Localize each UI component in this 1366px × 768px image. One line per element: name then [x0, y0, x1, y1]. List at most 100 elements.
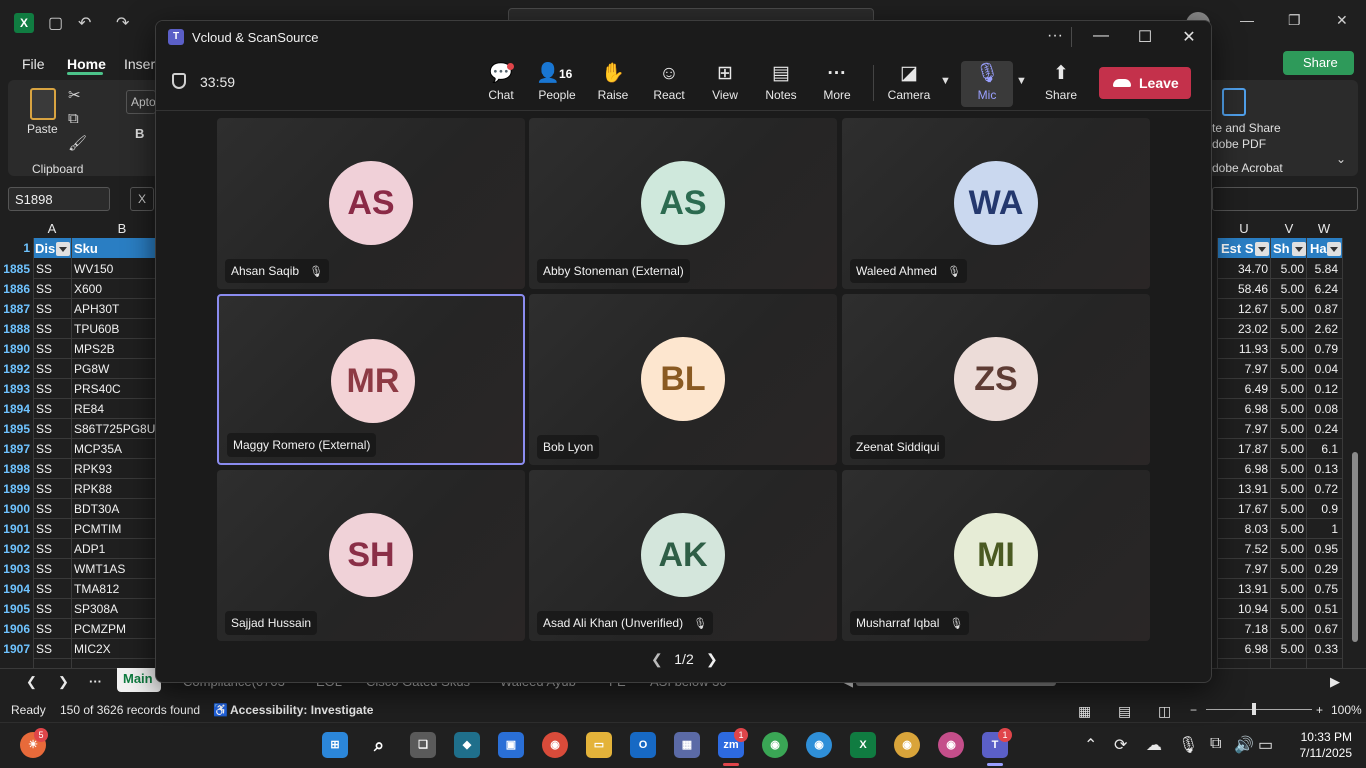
- react-button[interactable]: ☺ React: [643, 61, 695, 107]
- table-cell[interactable]: 5.00: [1272, 579, 1304, 599]
- table-cell[interactable]: 0.24: [1308, 419, 1338, 439]
- page-layout-icon[interactable]: ▤: [1118, 703, 1131, 720]
- column-header-v[interactable]: V: [1272, 220, 1306, 238]
- row-number[interactable]: 1893: [0, 379, 32, 399]
- table-cell[interactable]: 0.13: [1308, 459, 1338, 479]
- excel-taskbar-icon[interactable]: X: [850, 732, 876, 758]
- paste-label[interactable]: Paste: [27, 122, 58, 136]
- raise-hand-button[interactable]: ✋ Raise: [587, 61, 639, 107]
- zoom-level[interactable]: 100%: [1331, 703, 1362, 717]
- table-cell[interactable]: 12.67: [1218, 299, 1268, 319]
- table-cell[interactable]: 11.93: [1218, 339, 1268, 359]
- table-cell[interactable]: 58.46: [1218, 279, 1268, 299]
- row-number[interactable]: 1894: [0, 399, 32, 419]
- filter-button[interactable]: [1327, 242, 1341, 256]
- chat-button[interactable]: 💬 Chat: [475, 61, 527, 107]
- table-cell[interactable]: 5.00: [1272, 539, 1304, 559]
- copy-icon[interactable]: ⧉: [68, 110, 79, 127]
- page-break-icon[interactable]: ◫: [1158, 703, 1171, 720]
- zoom-slider[interactable]: [1206, 709, 1312, 710]
- row-number[interactable]: 1900: [0, 499, 32, 519]
- table-cell[interactable]: 6.49: [1218, 379, 1268, 399]
- table-cell[interactable]: ADP1: [74, 539, 156, 559]
- table-cell[interactable]: 6.98: [1218, 639, 1268, 659]
- save-icon[interactable]: ▢: [48, 13, 63, 33]
- table-cell[interactable]: 0.04: [1308, 359, 1338, 379]
- name-box[interactable]: S1898: [8, 187, 110, 211]
- participant-tile[interactable]: MI Musharraf Iqbal 🎙: [842, 470, 1150, 641]
- table-cell[interactable]: 7.97: [1218, 559, 1268, 579]
- chrome-profile-icon[interactable]: ◉: [938, 732, 964, 758]
- table-cell[interactable]: 0.51: [1308, 599, 1338, 619]
- table-cell[interactable]: WMT1AS: [74, 559, 156, 579]
- table-cell[interactable]: 2.62: [1308, 319, 1338, 339]
- table-cell[interactable]: 7.52: [1218, 539, 1268, 559]
- row-number[interactable]: 1905: [0, 599, 32, 619]
- mic-muted-tray-icon[interactable]: 🎙: [1178, 735, 1198, 755]
- table-cell[interactable]: SP308A: [74, 599, 156, 619]
- table-cell[interactable]: 5.00: [1272, 299, 1304, 319]
- table-cell[interactable]: 5.00: [1272, 319, 1304, 339]
- table-cell[interactable]: SS: [36, 319, 70, 339]
- table-cell[interactable]: S86T725PG8U: [74, 419, 156, 439]
- table-cell[interactable]: X600: [74, 279, 156, 299]
- participant-tile[interactable]: ZS Zeenat Siddiqui: [842, 294, 1150, 465]
- row-number[interactable]: 1898: [0, 459, 32, 479]
- sheet-more-icon[interactable]: ···: [89, 674, 102, 689]
- participant-tile[interactable]: WA Waleed Ahmed 🎙: [842, 118, 1150, 289]
- excel-share-button[interactable]: Share: [1283, 51, 1354, 75]
- column-header-a[interactable]: A: [34, 220, 70, 238]
- tab-insert[interactable]: Insert: [124, 56, 159, 72]
- table-cell[interactable]: 0.29: [1308, 559, 1338, 579]
- table-cell[interactable]: 0.72: [1308, 479, 1338, 499]
- table-cell[interactable]: 5.00: [1272, 439, 1304, 459]
- row-number[interactable]: 1887: [0, 299, 32, 319]
- leave-button[interactable]: Leave: [1099, 67, 1191, 99]
- filter-button[interactable]: [56, 242, 70, 256]
- battery-icon[interactable]: ▭: [1258, 735, 1273, 755]
- row-number[interactable]: 1895: [0, 419, 32, 439]
- close-icon[interactable]: ✕: [1179, 27, 1199, 47]
- sync-icon[interactable]: ⟳: [1114, 735, 1127, 755]
- table-cell[interactable]: RPK93: [74, 459, 156, 479]
- table-cell[interactable]: 5.00: [1272, 419, 1304, 439]
- table-cell[interactable]: 0.67: [1308, 619, 1338, 639]
- redo-icon[interactable]: ↷: [116, 13, 129, 33]
- table-cell[interactable]: 0.33: [1308, 639, 1338, 659]
- table-cell[interactable]: PCMZPM: [74, 619, 156, 639]
- table-cell[interactable]: 34.70: [1218, 259, 1268, 279]
- table-cell[interactable]: TPU60B: [74, 319, 156, 339]
- table-cell[interactable]: 0.9: [1308, 499, 1338, 519]
- tab-file[interactable]: File: [22, 56, 45, 72]
- table-cell[interactable]: SS: [36, 379, 70, 399]
- row-number[interactable]: 1899: [0, 479, 32, 499]
- minimize-icon[interactable]: —: [1091, 27, 1111, 45]
- cloud-icon[interactable]: ☁: [1146, 735, 1162, 755]
- header-row-number[interactable]: 1: [0, 238, 32, 258]
- table-cell[interactable]: 5.00: [1272, 479, 1304, 499]
- table-cell[interactable]: SS: [36, 359, 70, 379]
- format-painter-icon[interactable]: 🖌: [68, 134, 87, 152]
- formula-input[interactable]: [1212, 187, 1358, 211]
- table-cell[interactable]: PG8W: [74, 359, 156, 379]
- table-cell[interactable]: 1: [1308, 519, 1338, 539]
- table-cell[interactable]: SS: [36, 419, 70, 439]
- ribbon-collapse-icon[interactable]: ⌄: [1336, 152, 1346, 166]
- chrome-profile-icon[interactable]: ◉: [762, 732, 788, 758]
- row-number[interactable]: 1906: [0, 619, 32, 639]
- table-cell[interactable]: 17.87: [1218, 439, 1268, 459]
- volume-icon[interactable]: 🔊: [1234, 735, 1254, 755]
- table-cell[interactable]: 0.87: [1308, 299, 1338, 319]
- table-cell[interactable]: 7.97: [1218, 419, 1268, 439]
- horizontal-scroll-right-icon[interactable]: ▶: [1330, 674, 1340, 690]
- vertical-scrollbar-thumb[interactable]: [1352, 452, 1358, 642]
- row-number[interactable]: 1904: [0, 579, 32, 599]
- filter-button[interactable]: [1255, 242, 1269, 256]
- table-cell[interactable]: MCP35A: [74, 439, 156, 459]
- next-page-icon[interactable]: ❯: [706, 651, 718, 668]
- notes-button[interactable]: ▤ Notes: [755, 61, 807, 107]
- start-icon[interactable]: ⊞: [322, 732, 348, 758]
- table-cell[interactable]: SS: [36, 599, 70, 619]
- table-cell[interactable]: 5.00: [1272, 619, 1304, 639]
- table-cell[interactable]: 5.00: [1272, 459, 1304, 479]
